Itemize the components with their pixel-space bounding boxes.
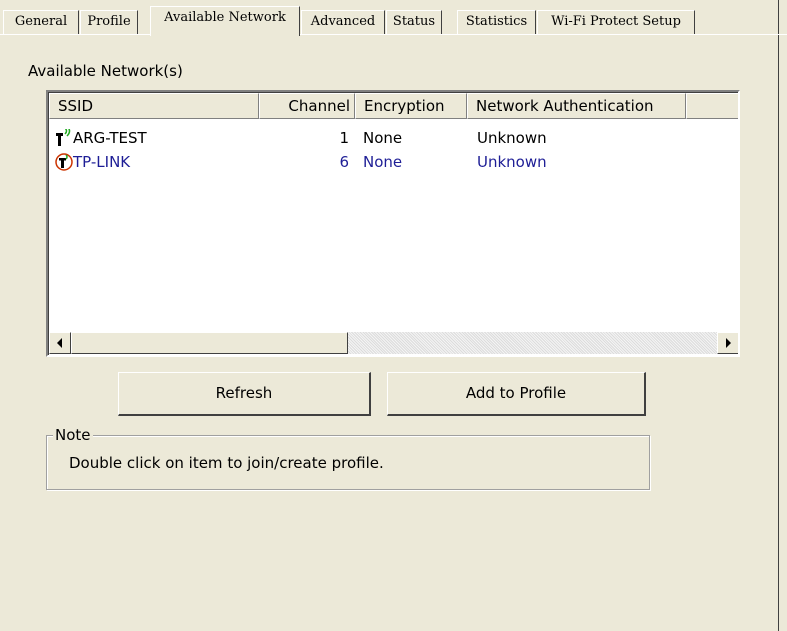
column-header-encryption[interactable]: Encryption [355, 93, 467, 119]
note-text: Double click on item to join/create prof… [69, 454, 384, 472]
channel-value: 6 [339, 153, 349, 171]
add-to-profile-button[interactable]: Add to Profile [387, 372, 646, 416]
column-header-filler [686, 93, 738, 119]
wifi-connected-icon [55, 153, 73, 171]
network-row[interactable]: ARG-TEST 1 None Unknown [49, 126, 738, 150]
network-list[interactable]: SSID Channel Encryption Network Authenti… [46, 90, 740, 357]
scrollbar-thumb[interactable] [71, 332, 348, 354]
tab-advanced[interactable]: Advanced [301, 10, 385, 34]
arrow-right-icon [726, 338, 731, 348]
refresh-button[interactable]: Refresh [118, 372, 371, 416]
tab-general[interactable]: General [3, 10, 79, 34]
note-title: Note [53, 426, 93, 444]
ssid-value: TP-LINK [73, 153, 131, 171]
encryption-value: None [363, 153, 403, 171]
channel-value: 1 [339, 129, 349, 147]
window-right-edge [778, 0, 779, 631]
tab-available-network[interactable]: Available Network [150, 6, 300, 36]
horizontal-scrollbar[interactable] [49, 332, 738, 354]
tab-divider [0, 34, 787, 35]
wifi-signal-icon [56, 129, 71, 146]
authentication-value: Unknown [477, 129, 547, 147]
arrow-left-icon [57, 338, 62, 348]
available-networks-label: Available Network(s) [28, 62, 183, 80]
ssid-value: ARG-TEST [73, 129, 147, 147]
tab-status[interactable]: Status [386, 10, 442, 34]
encryption-value: None [363, 129, 403, 147]
tab-strip: General Profile Available Network Advanc… [0, 0, 787, 36]
list-header: SSID Channel Encryption Network Authenti… [49, 93, 738, 119]
column-header-channel[interactable]: Channel [259, 93, 355, 119]
note-group: Note Double click on item to join/create… [46, 426, 650, 490]
tab-statistics[interactable]: Statistics [457, 10, 536, 34]
network-row[interactable]: TP-LINK 6 None Unknown [49, 150, 738, 174]
column-header-ssid[interactable]: SSID [49, 93, 259, 119]
scroll-right-button[interactable] [717, 332, 738, 354]
tab-wifi-protect-setup[interactable]: Wi-Fi Protect Setup [537, 10, 695, 34]
column-header-authentication[interactable]: Network Authentication [467, 93, 686, 119]
wireless-utility-window: General Profile Available Network Advanc… [0, 0, 787, 631]
scroll-left-button[interactable] [49, 332, 71, 354]
tab-profile[interactable]: Profile [80, 10, 138, 34]
authentication-value: Unknown [477, 153, 547, 171]
